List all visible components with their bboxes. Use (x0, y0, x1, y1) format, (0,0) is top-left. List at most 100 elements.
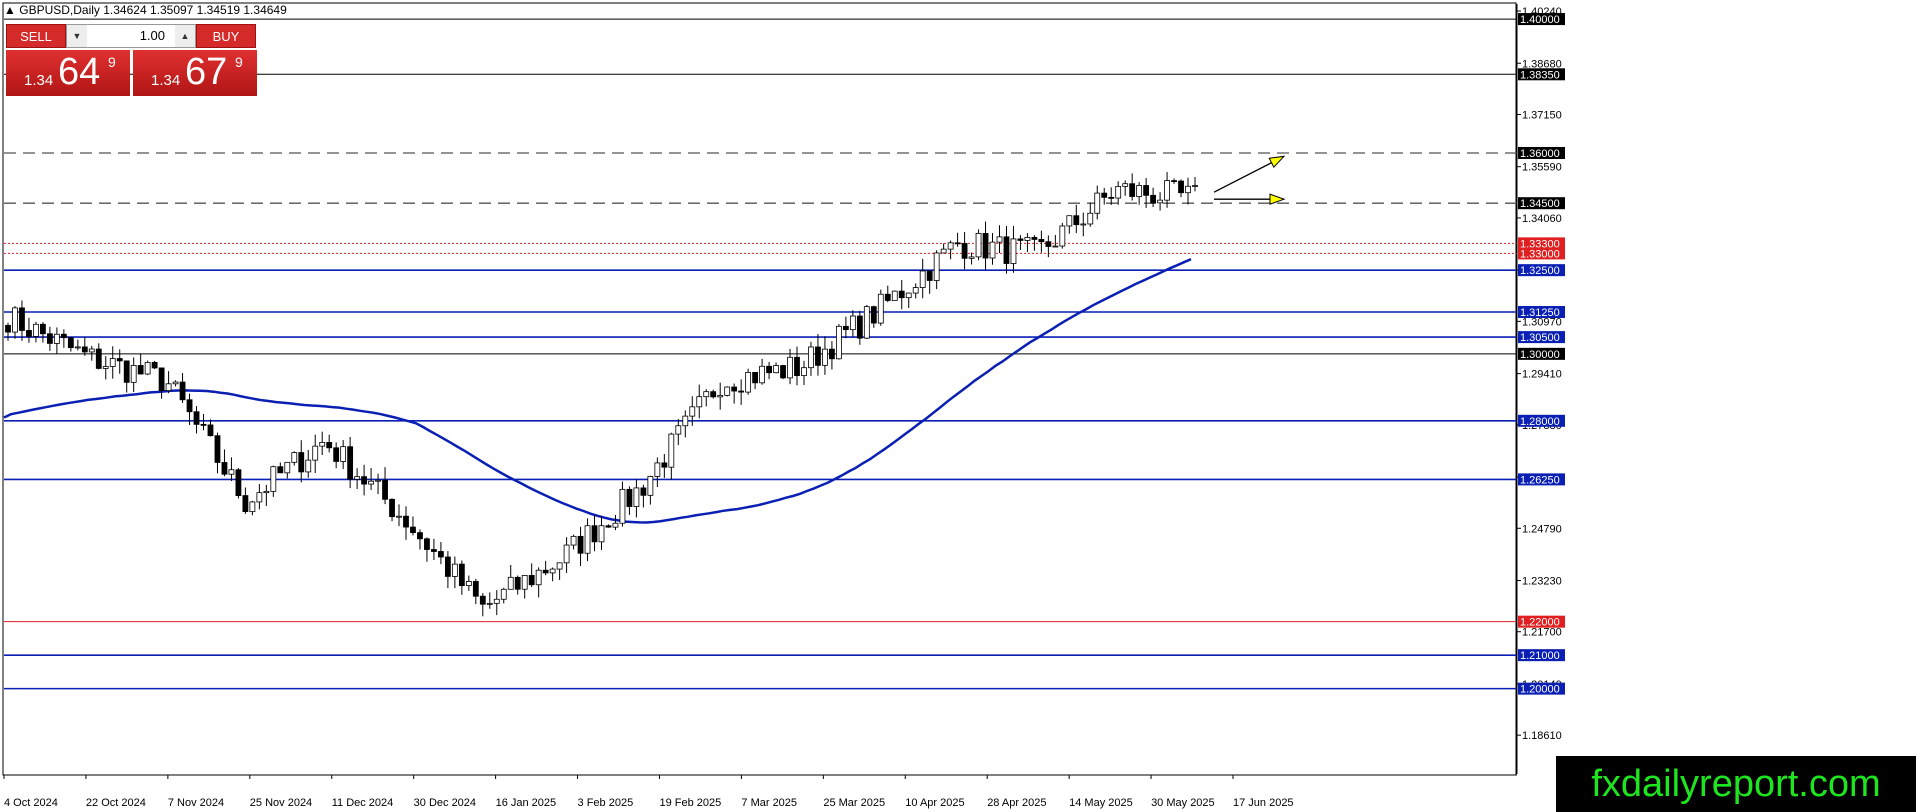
candle-body (640, 487, 647, 496)
candle-body (870, 306, 877, 324)
candle-body (1192, 185, 1198, 187)
sell-button[interactable]: SELL (6, 24, 66, 48)
x-tick-label: 17 Jun 2025 (1233, 797, 1294, 809)
level-price-label: 1.38350 (1520, 69, 1560, 81)
level-price-label: 1.34500 (1520, 198, 1560, 210)
candle-body (822, 348, 828, 366)
candle-body (221, 462, 228, 475)
candle-body (996, 236, 1003, 243)
candle-body (982, 233, 989, 259)
candle-body (752, 371, 759, 384)
candle-body (451, 563, 458, 577)
candle-body (1164, 180, 1170, 201)
lot-increase-icon[interactable]: ▲ (175, 25, 195, 47)
candle-body (836, 325, 842, 360)
candle-body (633, 487, 640, 507)
lot-decrease-icon[interactable]: ▼ (67, 25, 87, 47)
candle-body (33, 323, 39, 337)
candle-body (403, 515, 409, 528)
candle-body (717, 394, 724, 398)
buy-price-box[interactable]: 1.34 67 9 (133, 50, 257, 96)
one-click-trade-panel: SELL ▼ 1.00 ▲ BUY 1.34 64 9 1.34 67 9 (6, 24, 258, 97)
candle-body (53, 333, 60, 344)
x-tick-label: 7 Mar 2025 (741, 797, 797, 809)
candle-body (354, 476, 361, 480)
candle-body (298, 452, 305, 473)
candle-body (556, 562, 563, 570)
candle-body (926, 270, 933, 281)
candle-body (486, 602, 493, 605)
candle-body (612, 522, 619, 528)
candle-body (724, 386, 731, 396)
candle-body (465, 580, 472, 587)
level-price-label: 1.30500 (1520, 332, 1560, 344)
candle-body (214, 435, 221, 463)
candle-body (284, 461, 291, 474)
level-price-label: 1.28000 (1520, 416, 1560, 428)
candle-body (570, 535, 577, 546)
candle-body (773, 365, 779, 374)
level-price-label: 1.26250 (1520, 474, 1560, 486)
candle-body (912, 287, 919, 294)
y-tick-label: 1.23230 (1522, 575, 1562, 587)
candle-body (382, 479, 388, 500)
candle-body (319, 441, 326, 447)
candle-body (158, 367, 165, 392)
candle-body (144, 361, 151, 375)
candle-body (1073, 215, 1080, 226)
lot-size-stepper[interactable]: ▼ 1.00 ▲ (66, 24, 196, 48)
collapse-triangle-icon[interactable]: ▲ (4, 3, 16, 17)
candle-body (74, 346, 81, 349)
candle-body (5, 324, 11, 333)
candle-body (968, 256, 975, 259)
candle-body (1066, 215, 1073, 227)
level-price-label: 1.32500 (1520, 265, 1560, 277)
level-price-label: 1.31250 (1520, 307, 1560, 319)
candle-body (67, 337, 74, 349)
candle-body (438, 551, 444, 558)
price-axis: 1.402401.386801.371501.355901.340601.325… (1516, 4, 1565, 774)
symbol-line: GBPUSD,Daily 1.34624 1.35097 1.34519 1.3… (19, 3, 287, 17)
candle-body (954, 242, 961, 245)
candle-body (291, 452, 298, 463)
candle-body (710, 391, 717, 398)
candle-body (1171, 180, 1177, 182)
candle-body (919, 270, 926, 288)
candle-body (1010, 238, 1017, 264)
watermark: fxdailyreport.com (1556, 756, 1916, 812)
candle-body (542, 569, 549, 574)
candle-body (207, 424, 214, 437)
candle-body (116, 358, 123, 362)
x-tick-label: 4 Oct 2024 (4, 797, 58, 809)
x-tick-label: 30 May 2025 (1151, 797, 1215, 809)
candle-body (26, 330, 32, 337)
candle-body (961, 243, 968, 259)
x-tick-label: 16 Jan 2025 (496, 797, 557, 809)
price-chart[interactable]: 1.402401.386801.371501.355901.340601.325… (0, 0, 1916, 812)
candle-body (514, 576, 521, 590)
candle-body (312, 445, 319, 461)
sell-price-box[interactable]: 1.34 64 9 (6, 50, 130, 96)
candle-body (1157, 199, 1163, 204)
candle-body (1115, 185, 1122, 199)
candle-body (12, 307, 18, 333)
candle-body (682, 415, 689, 427)
lot-size-value[interactable]: 1.00 (89, 25, 173, 47)
candle-body (905, 292, 912, 299)
level-price-label: 1.21000 (1520, 650, 1560, 662)
candle-body (605, 525, 612, 528)
buy-button[interactable]: BUY (196, 24, 256, 48)
candle-body (815, 346, 821, 366)
candle-body (235, 469, 242, 496)
candle-body (389, 498, 395, 518)
candle-body (877, 293, 884, 324)
candle-body (584, 525, 591, 554)
buy-price-sup: 9 (235, 54, 243, 70)
candle-body (933, 252, 940, 281)
candle-body (493, 598, 500, 604)
candle-body (1087, 212, 1094, 225)
candle-body (891, 290, 898, 301)
candle-body (654, 462, 661, 477)
candle-body (19, 307, 25, 331)
candle-body (263, 490, 270, 494)
